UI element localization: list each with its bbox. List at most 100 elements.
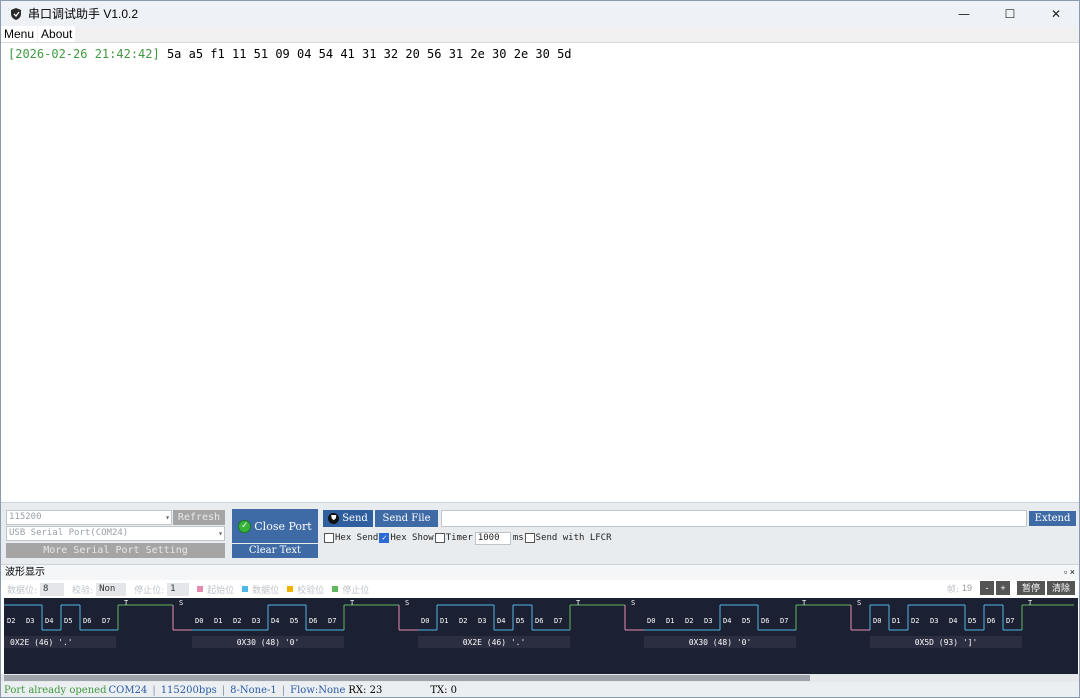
baud-rate-value: 115200 bbox=[9, 512, 42, 522]
frame-count: 19 bbox=[961, 583, 972, 593]
stop-marker: T bbox=[350, 599, 355, 607]
hex-send-checkbox[interactable] bbox=[324, 533, 334, 543]
bit-label: D6 bbox=[309, 617, 317, 625]
legend-data-bit: 数据位 bbox=[242, 583, 279, 596]
legend-stop-bit: 停止位 bbox=[332, 583, 369, 596]
send-input[interactable] bbox=[441, 510, 1027, 527]
stop-marker: T bbox=[576, 599, 581, 607]
bit-label: D4 bbox=[723, 617, 731, 625]
dropdown-arrow-icon: ▾ bbox=[218, 529, 223, 538]
baud-rate-select[interactable]: 115200 ▾ bbox=[6, 510, 172, 525]
extend-button[interactable]: Extend bbox=[1029, 511, 1076, 526]
waveform-header: 波形显示 ▫ × bbox=[1, 564, 1079, 580]
receive-timestamp: [2026-02-26 21:42:42] bbox=[8, 47, 160, 61]
bit-label: D0 bbox=[873, 617, 881, 625]
bit-label: D2 bbox=[911, 617, 919, 625]
timer-checkbox[interactable] bbox=[434, 533, 445, 543]
start-marker: S bbox=[857, 599, 861, 607]
bit-label: D1 bbox=[440, 617, 448, 625]
pause-button[interactable]: 暂停 bbox=[1017, 581, 1045, 595]
start-bit-swatch bbox=[197, 586, 204, 592]
stop-marker: T bbox=[124, 599, 129, 607]
stop-marker: T bbox=[802, 599, 807, 607]
byte-value-label: 0X2E (46) '.' bbox=[10, 638, 73, 647]
menu-bar: Menu About bbox=[1, 26, 1079, 42]
send-options: Hex Send ✓ Hex Show Timer 1000 ms Send w… bbox=[324, 531, 612, 545]
shield-icon: ⛊ bbox=[328, 513, 340, 524]
uart-waveform: D2 D3 D4 D5 D6 D7 T 0X2E (46) '.' S D0 D1 D2 D3 D4 D5 D… bbox=[4, 598, 1078, 674]
bit-label: D5 bbox=[516, 617, 524, 625]
frame-minus-button[interactable]: - bbox=[980, 581, 994, 595]
legend-parity-bit: 校验位 bbox=[287, 583, 324, 596]
bit-label: D6 bbox=[987, 617, 995, 625]
bit-label: D3 bbox=[478, 617, 486, 625]
bit-label: D6 bbox=[761, 617, 769, 625]
bit-label: D2 bbox=[685, 617, 693, 625]
parity-bit-swatch bbox=[287, 586, 294, 592]
status-tx: TX: 0 bbox=[430, 685, 458, 696]
bit-label: D6 bbox=[535, 617, 543, 625]
window-title: 串口调试助手 V1.0.2 bbox=[28, 7, 139, 21]
parity-select[interactable]: Non bbox=[96, 582, 127, 596]
data-bit-swatch bbox=[242, 586, 249, 592]
bit-label: D5 bbox=[290, 617, 298, 625]
send-button[interactable]: ⛊ Send bbox=[323, 510, 373, 527]
waveform-scrollbar[interactable] bbox=[1, 674, 1079, 682]
menu-about[interactable]: About bbox=[38, 26, 76, 42]
waveform-options: 数据位: 8 校验: Non 停止位: 1 起始位 数据位 校验位 停止位 帧:… bbox=[1, 580, 1079, 598]
more-settings-button[interactable]: More Serial Port Setting bbox=[6, 543, 225, 558]
send-label: Send bbox=[342, 513, 368, 524]
start-marker: S bbox=[631, 599, 635, 607]
close-window-button[interactable]: ✕ bbox=[1033, 1, 1079, 26]
frame-plus-button[interactable]: + bbox=[996, 581, 1010, 595]
status-rx: RX: 23 bbox=[348, 685, 383, 696]
stop-bits-input[interactable]: 1 bbox=[167, 582, 190, 596]
frame-label: 帧: bbox=[946, 584, 959, 595]
bit-label: D1 bbox=[892, 617, 900, 625]
byte-value-label: 0X2E (46) '.' bbox=[463, 638, 526, 647]
timer-interval-input[interactable]: 1000 bbox=[474, 531, 511, 545]
receive-text-area[interactable]: [2026-02-26 21:42:42] 5a a5 f1 11 51 09 … bbox=[1, 42, 1079, 502]
bit-label: D3 bbox=[26, 617, 34, 625]
parity-label: 校验: bbox=[72, 585, 94, 596]
clear-wave-button[interactable]: 清除 bbox=[1047, 581, 1075, 595]
bit-label: D7 bbox=[1006, 617, 1014, 625]
port-select[interactable]: USB Serial Port(COM24) ▾ bbox=[6, 526, 225, 541]
minimize-button[interactable]: — bbox=[941, 1, 987, 26]
stop-marker: T bbox=[1028, 599, 1033, 607]
bit-label: D5 bbox=[742, 617, 750, 625]
bit-label: D3 bbox=[704, 617, 712, 625]
stop-bits-label: 停止位: bbox=[134, 585, 165, 596]
start-marker: S bbox=[405, 599, 409, 607]
data-bits-input[interactable]: 8 bbox=[40, 582, 65, 596]
menu-menu[interactable]: Menu bbox=[1, 26, 38, 42]
hex-send-label: Hex Send bbox=[335, 533, 379, 543]
close-port-button[interactable]: ✓ Close Port bbox=[232, 509, 318, 543]
status-message: Port already opened bbox=[4, 685, 107, 696]
bit-label: D5 bbox=[968, 617, 976, 625]
bit-label: D7 bbox=[554, 617, 562, 625]
maximize-button[interactable]: ☐ bbox=[987, 1, 1033, 26]
refresh-button[interactable]: Refresh bbox=[173, 510, 225, 525]
control-panel: 115200 ▾ Refresh USB Serial Port(COM24) ▾ … bbox=[1, 502, 1079, 564]
title-bar: 串口调试助手 V1.0.2 — ☐ ✕ bbox=[1, 1, 1079, 26]
port-value: USB Serial Port(COM24) bbox=[9, 528, 129, 538]
stop-bit-swatch bbox=[332, 586, 339, 592]
status-format: 8-None-1 bbox=[230, 685, 277, 696]
lfcr-label: Send with LFCR bbox=[535, 533, 612, 543]
bit-label: D6 bbox=[83, 617, 91, 625]
byte-value-label: 0X5D (93) ']' bbox=[915, 638, 978, 647]
waveform-title: 波形显示 bbox=[5, 567, 45, 578]
panel-float-close-icons[interactable]: ▫ × bbox=[1064, 565, 1075, 580]
hex-show-label: Hex Show bbox=[390, 533, 434, 543]
close-port-label: Close Port bbox=[254, 519, 312, 533]
clear-text-button[interactable]: Clear Text bbox=[232, 544, 318, 558]
lfcr-checkbox[interactable] bbox=[524, 533, 535, 543]
app-window: 串口调试助手 V1.0.2 — ☐ ✕ Menu About [2026-02-… bbox=[0, 0, 1080, 698]
hex-show-checkbox[interactable]: ✓ bbox=[379, 533, 390, 543]
send-file-button[interactable]: Send File bbox=[375, 510, 438, 527]
timer-label: Timer bbox=[445, 533, 473, 543]
scrollbar-thumb[interactable] bbox=[4, 675, 810, 681]
bit-label: D0 bbox=[647, 617, 655, 625]
receive-data: 5a a5 f1 11 51 09 04 54 41 31 32 20 56 3… bbox=[159, 47, 572, 61]
